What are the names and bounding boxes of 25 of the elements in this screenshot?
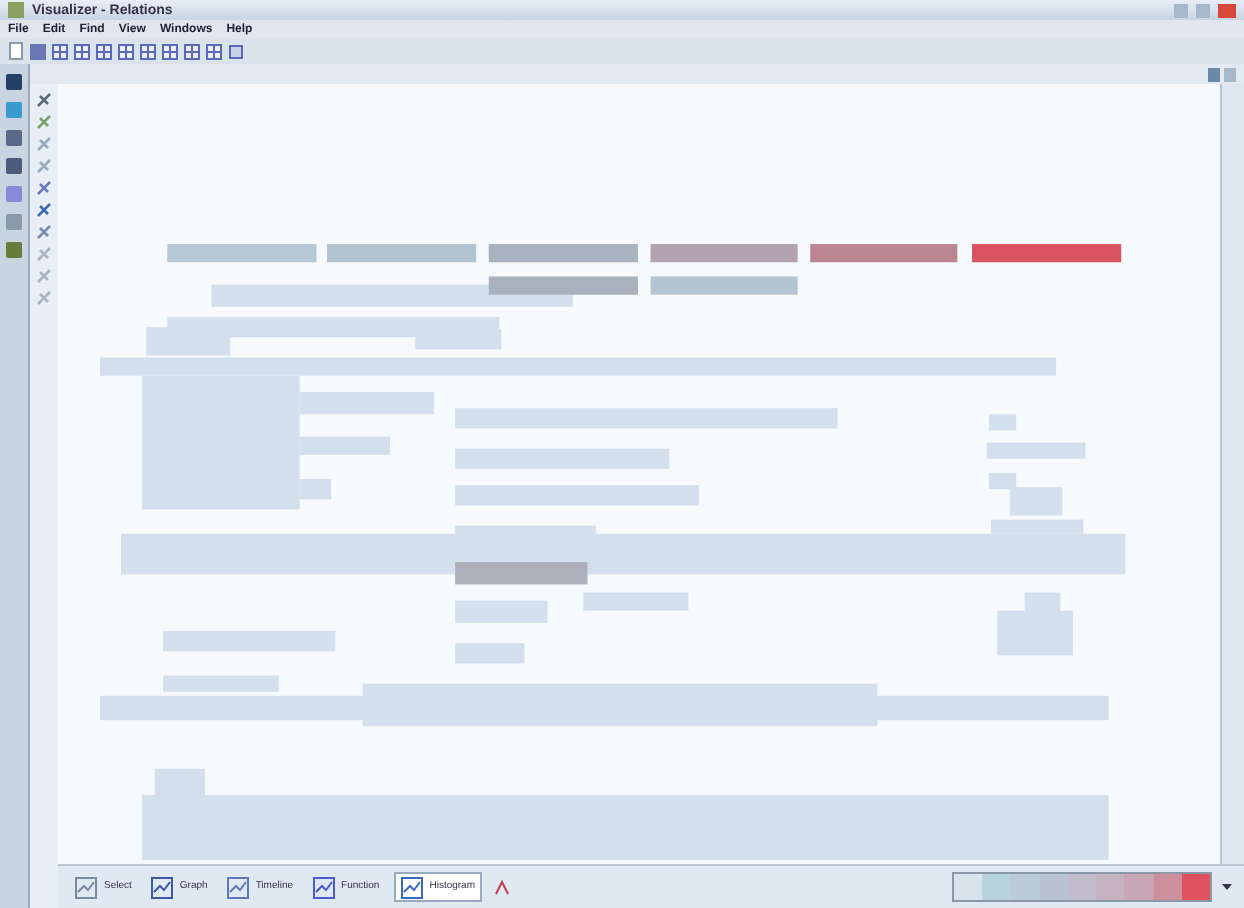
- tool-icon[interactable]: [36, 202, 52, 218]
- tool-icon[interactable]: [36, 180, 52, 196]
- layout-icon[interactable]: [206, 43, 222, 59]
- panel-buttons-icon[interactable]: [1208, 67, 1236, 81]
- tool-icon[interactable]: [36, 224, 52, 240]
- toolbar-icon[interactable]: [30, 43, 46, 59]
- layout-icon[interactable]: [74, 43, 90, 59]
- layout-icon[interactable]: [96, 43, 112, 59]
- tab-icon: [225, 875, 250, 899]
- tool-icon[interactable]: [36, 92, 52, 108]
- scrollbar[interactable]: [1220, 84, 1244, 864]
- dropdown-icon[interactable]: [1222, 882, 1232, 892]
- tab-icon: [399, 875, 424, 899]
- layout-icon[interactable]: [118, 43, 134, 59]
- tab-icon: [311, 875, 336, 899]
- app-icon: [8, 2, 24, 18]
- close-button[interactable]: [1218, 3, 1236, 17]
- layout-icon[interactable]: [52, 43, 68, 59]
- layout-icon[interactable]: [140, 43, 156, 59]
- new-document-icon[interactable]: [8, 42, 24, 60]
- grid-icon[interactable]: [228, 43, 244, 59]
- layout-icon[interactable]: [162, 43, 178, 59]
- tab-icon: [74, 875, 98, 899]
- tab-icon: [149, 875, 174, 899]
- layout-icon[interactable]: [184, 43, 200, 59]
